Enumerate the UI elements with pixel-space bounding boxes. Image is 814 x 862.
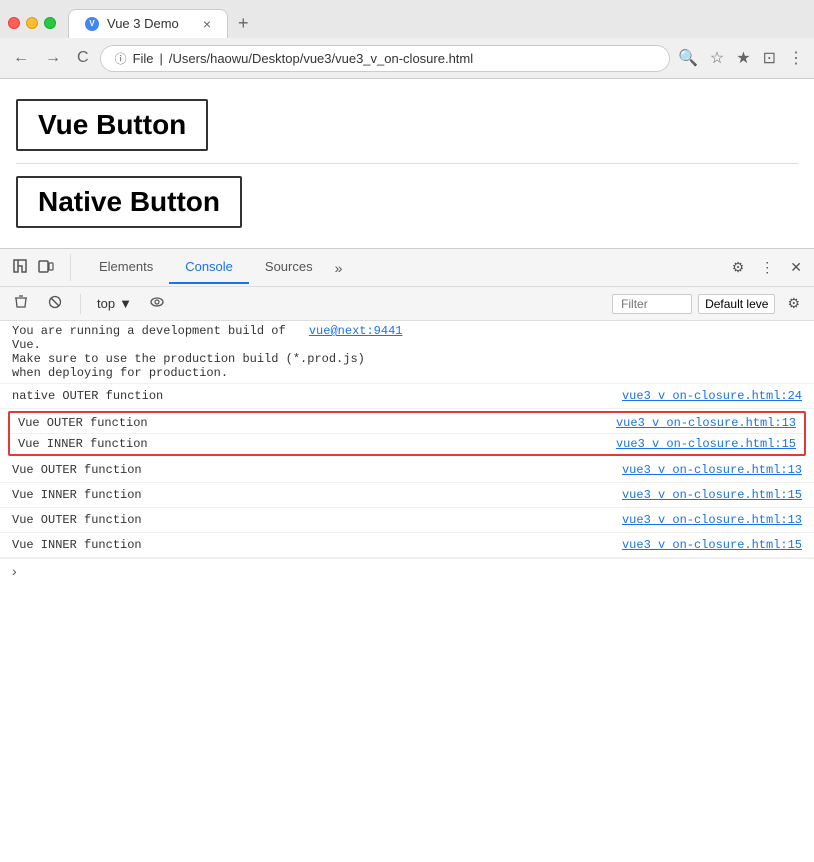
console-line: Vue INNER function vue3 v on-closure.htm… bbox=[0, 483, 814, 508]
filter-settings-icon[interactable]: ⚙ bbox=[781, 292, 806, 315]
close-window-button[interactable] bbox=[8, 17, 20, 29]
vue-button[interactable]: Vue Button bbox=[16, 99, 208, 151]
console-line: Vue INNER function vue3 v on-closure.htm… bbox=[0, 533, 814, 558]
console-text: Vue INNER function bbox=[12, 486, 606, 504]
console-text: Vue OUTER function bbox=[18, 416, 600, 430]
active-tab[interactable]: V Vue 3 Demo × bbox=[68, 9, 228, 38]
console-line: native OUTER function vue3 v on-closure.… bbox=[0, 384, 814, 409]
tab-close-button[interactable]: × bbox=[203, 16, 211, 32]
bookmark-star-icon[interactable]: ☆ bbox=[708, 46, 726, 70]
device-toggle-icon[interactable] bbox=[34, 254, 58, 281]
bookmark-icon[interactable]: ★ bbox=[734, 46, 752, 70]
console-text: Vue INNER function bbox=[18, 437, 600, 451]
console-text: Vue OUTER function bbox=[12, 511, 606, 529]
console-text: Vue INNER function bbox=[12, 536, 606, 554]
filter-area: Default leve ⚙ bbox=[612, 292, 806, 315]
tab-sources[interactable]: Sources bbox=[249, 251, 329, 284]
search-icon[interactable]: 🔍 bbox=[676, 46, 700, 70]
console-line: Vue OUTER function vue3 v on-closure.htm… bbox=[0, 458, 814, 483]
address-path: /Users/haowu/Desktop/vue3/vue3_v_on-clos… bbox=[169, 51, 473, 66]
console-source-link[interactable]: vue3 v on-closure.html:15 bbox=[622, 486, 802, 504]
console-warning-text: You are running a development build of v… bbox=[12, 324, 802, 380]
divider bbox=[16, 163, 798, 164]
settings-icon[interactable]: ⚙ bbox=[728, 255, 749, 280]
console-caret: › bbox=[12, 563, 17, 579]
vue-next-link[interactable]: vue@next:9441 bbox=[309, 324, 403, 338]
context-selector[interactable]: top ▼ bbox=[93, 294, 136, 313]
devtools-actions: ⚙ ⋮ ✕ bbox=[728, 255, 806, 280]
devtools-tab-icons bbox=[8, 254, 71, 281]
log-level-select[interactable]: Default leve bbox=[698, 294, 775, 314]
menu-icon[interactable]: ⋮ bbox=[786, 46, 806, 70]
maximize-window-button[interactable] bbox=[44, 17, 56, 29]
address-protocol: File bbox=[133, 51, 154, 66]
clear-console-icon[interactable] bbox=[8, 292, 34, 315]
stop-icon[interactable] bbox=[42, 292, 68, 315]
console-line: Vue INNER function vue3 v on-closure.htm… bbox=[10, 434, 804, 454]
vue-button-container: Vue Button bbox=[16, 91, 798, 159]
tab-bar: V Vue 3 Demo × + bbox=[0, 0, 814, 38]
refresh-button[interactable]: C bbox=[72, 47, 94, 69]
back-button[interactable]: ← bbox=[8, 47, 34, 69]
devtools-tabs: Elements Console Sources » ⚙ ⋮ ✕ bbox=[0, 249, 814, 287]
tab-console[interactable]: Console bbox=[169, 251, 249, 284]
toolbar-separator bbox=[80, 294, 81, 314]
account-icon[interactable]: ⊡ bbox=[761, 46, 778, 70]
native-button-container: Native Button bbox=[16, 168, 798, 236]
console-source-link[interactable]: vue3 v on-closure.html:15 bbox=[622, 536, 802, 554]
more-options-icon[interactable]: ⋮ bbox=[756, 255, 778, 280]
traffic-lights bbox=[8, 17, 56, 29]
console-source-link[interactable]: vue3 v on-closure.html:24 bbox=[622, 387, 802, 405]
context-dropdown-icon: ▼ bbox=[119, 296, 132, 311]
native-button[interactable]: Native Button bbox=[16, 176, 242, 228]
browser-chrome: V Vue 3 Demo × + ← → C ⓘ File | /Users/h… bbox=[0, 0, 814, 79]
console-warning-message: You are running a development build of v… bbox=[0, 321, 814, 384]
devtools-toolbar: top ▼ Default leve ⚙ bbox=[0, 287, 814, 321]
devtools-panel: Elements Console Sources » ⚙ ⋮ ✕ bbox=[0, 248, 814, 583]
toolbar-icons: 🔍 ☆ ★ ⊡ ⋮ bbox=[676, 46, 806, 70]
tab-favicon: V bbox=[85, 17, 99, 31]
more-tabs-button[interactable]: » bbox=[329, 252, 349, 284]
console-source-link[interactable]: vue3 v on-closure.html:13 bbox=[622, 461, 802, 479]
console-source-link[interactable]: vue3 v on-closure.html:15 bbox=[616, 437, 796, 451]
console-line: Vue OUTER function vue3 v on-closure.htm… bbox=[10, 413, 804, 434]
console-line: Vue OUTER function vue3 v on-closure.htm… bbox=[0, 508, 814, 533]
address-input[interactable]: ⓘ File | /Users/haowu/Desktop/vue3/vue3_… bbox=[100, 45, 670, 72]
console-input-area: › bbox=[0, 558, 814, 583]
close-devtools-icon[interactable]: ✕ bbox=[786, 255, 806, 280]
context-label: top bbox=[97, 296, 115, 311]
minimize-window-button[interactable] bbox=[26, 17, 38, 29]
eye-icon[interactable] bbox=[144, 292, 170, 315]
console-source-link[interactable]: vue3 v on-closure.html:13 bbox=[622, 511, 802, 529]
tab-title: Vue 3 Demo bbox=[107, 16, 179, 31]
new-tab-button[interactable]: + bbox=[232, 11, 255, 36]
inspector-icon[interactable] bbox=[8, 254, 32, 281]
console-output: You are running a development build of v… bbox=[0, 321, 814, 558]
console-text: Vue OUTER function bbox=[12, 461, 606, 479]
highlighted-console-group: Vue OUTER function vue3 v on-closure.htm… bbox=[8, 411, 806, 456]
tab-elements[interactable]: Elements bbox=[83, 251, 169, 284]
security-icon: ⓘ bbox=[115, 50, 127, 67]
console-source-link[interactable]: vue3 v on-closure.html:13 bbox=[616, 416, 796, 430]
console-text: native OUTER function bbox=[12, 387, 606, 405]
page-content: Vue Button Native Button bbox=[0, 79, 814, 248]
address-bar: ← → C ⓘ File | /Users/haowu/Desktop/vue3… bbox=[0, 38, 814, 78]
forward-button[interactable]: → bbox=[40, 47, 66, 69]
filter-input[interactable] bbox=[612, 294, 692, 314]
